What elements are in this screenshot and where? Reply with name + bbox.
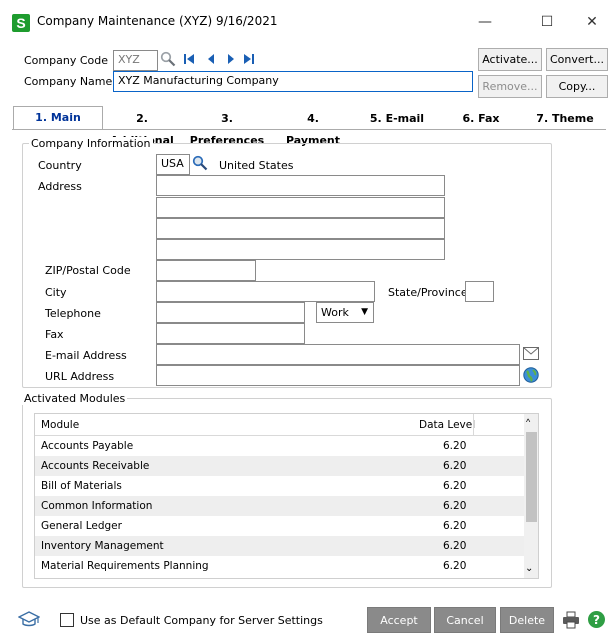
- table-row[interactable]: Common Information 6.20: [35, 496, 538, 516]
- printer-icon[interactable]: [562, 611, 580, 629]
- company-name-field[interactable]: XYZ Manufacturing Company: [113, 71, 473, 92]
- tab-email[interactable]: 5. E-mail: [368, 108, 426, 130]
- column-divider: [473, 414, 474, 436]
- company-code-field[interactable]: XYZ: [113, 50, 158, 71]
- data-level: 6.20: [443, 540, 467, 552]
- table-row[interactable]: Accounts Payable 6.20: [35, 436, 538, 456]
- envelope-icon[interactable]: [523, 347, 539, 361]
- country-lookup-icon[interactable]: [192, 155, 208, 171]
- tab-fax[interactable]: 6. Fax: [460, 108, 502, 130]
- help-icon[interactable]: ?: [587, 610, 606, 629]
- minimize-button[interactable]: —: [465, 10, 505, 34]
- table-row[interactable]: Inventory Management 6.20: [35, 536, 538, 556]
- data-level: 6.20: [443, 460, 467, 472]
- table-row[interactable]: General Ledger 6.20: [35, 516, 538, 536]
- company-name-label: Company Name: [24, 75, 113, 88]
- column-header-data-level[interactable]: Data Level: [419, 414, 475, 436]
- address-line-2[interactable]: [156, 197, 445, 218]
- url-field[interactable]: [156, 365, 520, 386]
- column-header-module[interactable]: Module: [41, 414, 79, 436]
- close-button[interactable]: ✕: [572, 10, 609, 34]
- company-code-label: Company Code: [24, 54, 108, 67]
- graduation-cap-icon[interactable]: [17, 610, 41, 628]
- city-label: City: [45, 286, 67, 299]
- data-level: 6.20: [443, 440, 467, 452]
- sage-app-icon: S: [12, 14, 30, 32]
- telephone-field[interactable]: [156, 302, 305, 323]
- first-record-icon[interactable]: [183, 53, 195, 65]
- modules-grid: Module Data Level Accounts Payable 6.20 …: [34, 413, 539, 579]
- module-name: Accounts Receivable: [41, 460, 150, 472]
- module-name: Accounts Payable: [41, 440, 134, 452]
- previous-record-icon[interactable]: [205, 53, 217, 65]
- convert-button[interactable]: Convert...: [546, 48, 608, 71]
- data-level: 6.20: [443, 560, 467, 572]
- next-record-icon[interactable]: [225, 53, 237, 65]
- copy-button[interactable]: Copy...: [546, 75, 608, 98]
- lookup-icon[interactable]: [160, 51, 176, 67]
- globe-icon[interactable]: [523, 367, 539, 383]
- window-title: Company Maintenance (XYZ) 9/16/2021: [37, 14, 278, 28]
- table-row[interactable]: Bill of Materials 6.20: [35, 476, 538, 496]
- scroll-down-icon[interactable]: ⌄: [525, 563, 533, 574]
- default-company-label: Use as Default Company for Server Settin…: [80, 614, 323, 627]
- default-company-checkbox[interactable]: [60, 613, 74, 627]
- grid-header: Module Data Level: [35, 414, 538, 436]
- table-row[interactable]: Accounts Receivable 6.20: [35, 456, 538, 476]
- tab-divider: [12, 129, 606, 130]
- telephone-label: Telephone: [45, 307, 101, 320]
- cancel-button[interactable]: Cancel: [434, 607, 496, 633]
- data-level: 6.20: [443, 520, 467, 532]
- data-level: 6.20: [443, 480, 467, 492]
- country-name: United States: [219, 159, 294, 172]
- maximize-button[interactable]: ☐: [527, 10, 567, 34]
- svg-text:?: ?: [593, 613, 600, 627]
- email-field[interactable]: [156, 344, 520, 365]
- address-label: Address: [38, 180, 82, 193]
- activate-button[interactable]: Activate...: [478, 48, 542, 71]
- state-label: State/Province: [388, 286, 468, 299]
- tab-additional[interactable]: 2. Additional: [106, 108, 178, 147]
- data-level: 6.20: [443, 500, 467, 512]
- zip-field[interactable]: [156, 260, 256, 281]
- module-name: General Ledger: [41, 520, 122, 532]
- address-line-1[interactable]: [156, 175, 445, 196]
- fax-field[interactable]: [156, 323, 305, 344]
- module-name: Inventory Management: [41, 540, 164, 552]
- address-line-3[interactable]: [156, 218, 445, 239]
- tab-preferences[interactable]: 3. Preferences: [183, 108, 271, 147]
- scrollbar-thumb[interactable]: [526, 432, 537, 522]
- country-label: Country: [38, 159, 82, 172]
- last-record-icon[interactable]: [243, 53, 255, 65]
- state-field[interactable]: [465, 281, 494, 302]
- phone-type-select[interactable]: Work ▼: [316, 302, 374, 323]
- scroll-up-icon[interactable]: ^: [526, 417, 530, 427]
- tab-main[interactable]: 1. Main: [13, 106, 103, 130]
- fax-label: Fax: [45, 328, 64, 341]
- phone-type-value: Work: [321, 306, 349, 319]
- module-name: Material Requirements Planning: [41, 560, 209, 572]
- city-field[interactable]: [156, 281, 375, 302]
- accept-button[interactable]: Accept: [367, 607, 431, 633]
- address-line-4[interactable]: [156, 239, 445, 260]
- module-name: Bill of Materials: [41, 480, 122, 492]
- tab-payment[interactable]: 4. Payment: [280, 108, 346, 147]
- table-row[interactable]: Material Requirements Planning 6.20: [35, 556, 538, 576]
- company-information-title: Company Information: [29, 137, 153, 150]
- module-name: Common Information: [41, 500, 153, 512]
- url-label: URL Address: [45, 370, 115, 383]
- zip-label: ZIP/Postal Code: [45, 264, 131, 277]
- tab-theme[interactable]: 7. Theme: [535, 108, 595, 130]
- remove-button[interactable]: Remove...: [478, 75, 542, 98]
- chevron-down-icon: ▼: [361, 307, 368, 317]
- delete-button[interactable]: Delete: [500, 607, 554, 633]
- email-label: E-mail Address: [45, 349, 127, 362]
- country-code-field[interactable]: USA: [156, 154, 190, 175]
- activated-modules-title: Activated Modules: [22, 392, 128, 405]
